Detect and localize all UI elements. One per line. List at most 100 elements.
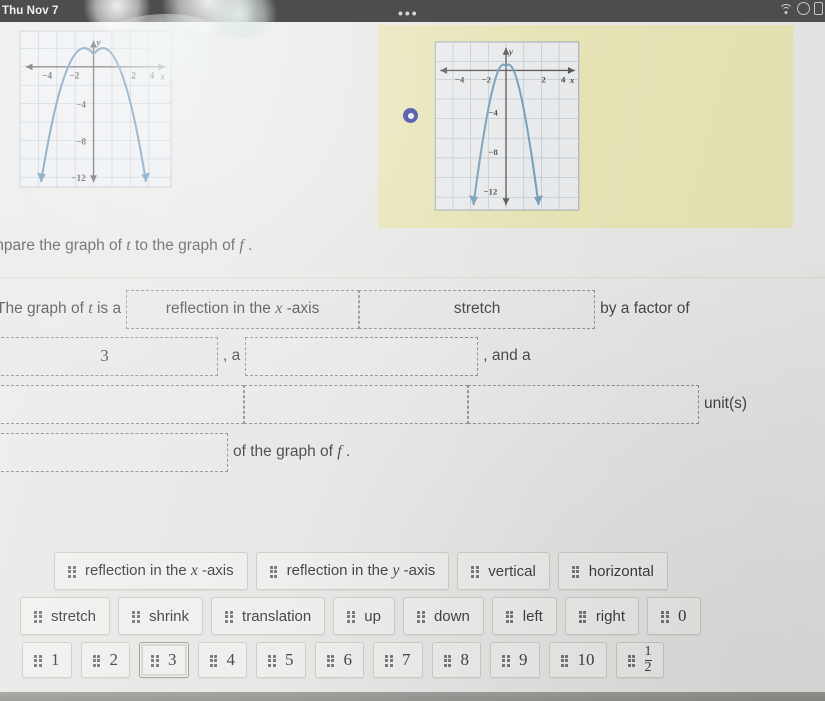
chip-5[interactable]: 5: [256, 642, 306, 678]
sentence-lead-text: The graph of: [0, 300, 89, 317]
sentence-row-1: The graph of t is a reflection in the x …: [0, 286, 825, 332]
svg-text:−2: −2: [69, 70, 79, 80]
chip-left[interactable]: left: [491, 597, 557, 635]
svg-text:−4: −4: [42, 70, 52, 80]
chip-right[interactable]: right: [564, 597, 639, 635]
drag-handle-icon[interactable]: [268, 654, 277, 667]
divider: [0, 277, 825, 278]
drag-handle-icon[interactable]: [34, 654, 43, 667]
svg-text:−2: −2: [481, 74, 491, 84]
sentence-after-4: , and a: [483, 347, 531, 364]
graph-f: −4 −2 2 4 x −4 −8 −12 y: [18, 29, 173, 189]
chip-label: vertical: [488, 562, 536, 580]
chip-label-pre: reflection in the: [286, 562, 393, 579]
screen-bottom-edge: [0, 692, 825, 701]
drag-handle-icon[interactable]: [225, 610, 234, 623]
dropzone-5[interactable]: [0, 384, 244, 424]
svg-text:x: x: [159, 71, 165, 81]
chip-label-fraction: 1 2: [644, 644, 652, 675]
chip-reflection-y-axis[interactable]: reflection in the y -axis: [255, 552, 450, 590]
chip-vertical[interactable]: vertical: [457, 552, 550, 590]
chip-label: translation: [242, 607, 312, 625]
sentence-row-2: 3 , a , and a: [0, 332, 825, 380]
status-date: Thu Nov 7: [2, 5, 59, 17]
prompt-part-3: .: [243, 237, 253, 254]
sentence-lead: The graph of t is a: [0, 300, 126, 318]
chip-up[interactable]: up: [333, 597, 395, 635]
chip-label-post: -axis: [399, 562, 436, 579]
dropzone-8[interactable]: [0, 432, 228, 472]
chip-horizontal[interactable]: horizontal: [557, 552, 668, 590]
drag-handle-icon[interactable]: [471, 565, 480, 578]
svg-text:y: y: [508, 47, 513, 57]
svg-text:−8: −8: [488, 147, 498, 157]
svg-text:−12: −12: [71, 173, 86, 183]
chip-label: 9: [519, 650, 528, 669]
drag-handle-icon[interactable]: [502, 654, 511, 667]
dropzone-7[interactable]: [468, 384, 699, 424]
chip-2[interactable]: 2: [80, 642, 130, 678]
dropzone-6[interactable]: [244, 384, 468, 424]
drag-handle-icon[interactable]: [578, 610, 588, 623]
dropzone-1-reflection[interactable]: reflection in the x -axis: [126, 289, 360, 329]
svg-text:−8: −8: [76, 136, 86, 146]
fraction-numerator: 1: [644, 644, 652, 660]
drag-handle-icon[interactable]: [209, 654, 219, 667]
chip-label: left: [522, 607, 543, 625]
chip-reflection-x-axis[interactable]: reflection in the x -axis: [54, 552, 248, 590]
chip-label: horizontal: [588, 562, 654, 580]
dropzone-3-factor[interactable]: 3: [0, 336, 218, 376]
menu-dots-icon[interactable]: •••: [398, 6, 419, 20]
chip-down[interactable]: down: [402, 597, 484, 635]
chip-label: 10: [577, 650, 595, 669]
drag-handle-icon[interactable]: [347, 610, 356, 623]
svg-text:4: 4: [561, 74, 566, 84]
chip-shrink[interactable]: shrink: [118, 597, 204, 635]
chip-label: 6: [343, 650, 353, 669]
answer-choice-radio[interactable]: [403, 108, 418, 123]
dropzone-1-label: reflection in the x -axis: [166, 300, 320, 318]
answer-bank-row-1: reflection in the x -axis reflection in …: [0, 552, 825, 590]
chip-1[interactable]: 1: [22, 642, 72, 678]
chip-label: 5: [285, 650, 294, 669]
chip-label: 4: [226, 650, 236, 669]
chip-translation[interactable]: translation: [211, 597, 326, 635]
chip-label: up: [364, 607, 381, 625]
chip-4[interactable]: 4: [197, 642, 247, 678]
chip-3[interactable]: 3: [139, 642, 189, 678]
sentence-after-2: by a factor of: [600, 300, 690, 317]
drag-handle-icon[interactable]: [571, 565, 581, 578]
sentence-lead-tail: is a: [92, 300, 122, 317]
prompt-text: mpare the graph of t to the graph of f .: [0, 237, 252, 255]
chip-stretch[interactable]: stretch: [20, 597, 111, 635]
drag-handle-icon[interactable]: [92, 654, 102, 667]
drag-handle-icon[interactable]: [132, 610, 141, 623]
drag-handle-icon[interactable]: [68, 565, 77, 578]
drag-handle-icon[interactable]: [443, 654, 453, 667]
chip-9[interactable]: 9: [490, 642, 540, 678]
chip-zero[interactable]: 0: [647, 597, 701, 635]
chip-8[interactable]: 8: [431, 642, 481, 678]
dropzone-2-stretch[interactable]: stretch: [359, 289, 596, 329]
sentence-tail-post: .: [341, 443, 351, 460]
chip-7[interactable]: 7: [373, 642, 423, 678]
drag-handle-icon[interactable]: [661, 610, 670, 623]
drag-handle-icon[interactable]: [416, 610, 426, 623]
chip-6[interactable]: 6: [314, 642, 364, 678]
chip-10[interactable]: 10: [548, 642, 607, 678]
chip-label: reflection in the x -axis: [85, 562, 234, 580]
drag-handle-icon[interactable]: [326, 654, 336, 667]
drag-handle-icon[interactable]: [505, 610, 515, 623]
chip-one-half[interactable]: 1 2: [615, 642, 664, 678]
status-right-icons: [779, 2, 823, 15]
answer-bank-row-3: 1 2 3 4 5 6 7 8 9 10 1 2: [0, 642, 825, 678]
drag-handle-icon[interactable]: [560, 654, 570, 667]
drag-handle-icon[interactable]: [269, 565, 279, 578]
fraction-denominator: 2: [644, 659, 652, 675]
drag-handle-icon[interactable]: [627, 654, 637, 667]
drag-handle-icon[interactable]: [151, 654, 160, 667]
drag-handle-icon[interactable]: [385, 654, 394, 667]
fill-in-sentence: The graph of t is a reflection in the x …: [0, 286, 825, 476]
drag-handle-icon[interactable]: [34, 610, 43, 623]
dropzone-4[interactable]: [245, 336, 479, 376]
